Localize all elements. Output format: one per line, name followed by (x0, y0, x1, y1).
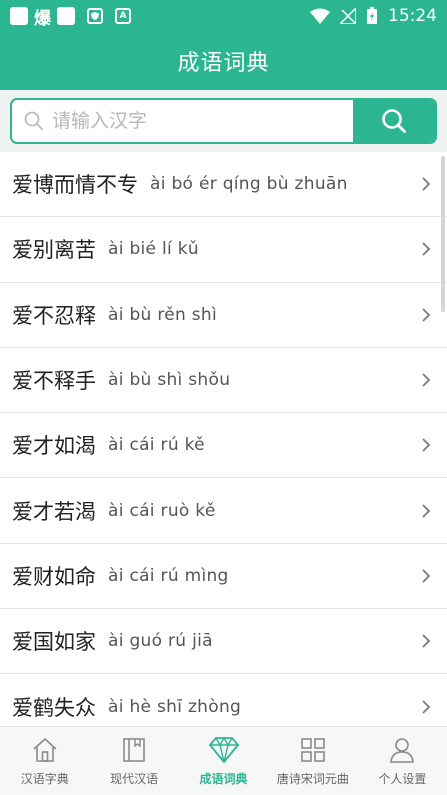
page-title: 成语词典 (177, 51, 270, 76)
title-bar: 成语词典 (0, 32, 447, 90)
nav-item-chengyu-cidian[interactable]: 成语词典 (179, 727, 268, 795)
search-icon (24, 111, 43, 130)
idiom-pinyin: ài bié lí kǔ (108, 239, 199, 260)
status-time: 15:24 (388, 6, 437, 26)
chevron-right-icon (422, 373, 431, 387)
idiom-pinyin: ài cái rú kě (108, 435, 205, 456)
idiom-word: 爱财如命 (12, 564, 96, 589)
chevron-right-icon (422, 569, 431, 583)
nav-item-xiandai-hanyu[interactable]: 现代汉语 (89, 727, 178, 795)
square-icon (10, 7, 28, 25)
idiom-list: 爱博而情不专 ài bó ér qíng bù zhuān 爱别离苦 ài bi… (0, 152, 447, 726)
nav-label: 个人设置 (378, 771, 427, 786)
chevron-right-icon (422, 503, 431, 518)
list-item[interactable]: 爱别离苦 ài bié lí kǔ (0, 217, 447, 283)
chevron-right-icon (422, 242, 431, 257)
person-icon (390, 737, 415, 763)
idiom-word: 爱才如渴 (12, 434, 96, 459)
scrollbar[interactable] (441, 156, 445, 312)
idiom-pinyin: ài guó rú jiā (108, 631, 213, 652)
idiom-word: 爱博而情不专 (12, 173, 138, 198)
nav-label: 现代汉语 (110, 771, 159, 786)
square-icon (57, 7, 75, 25)
idiom-word: 爱国如家 (12, 630, 96, 655)
list-item[interactable]: 爱鹤失众 ài hè shī zhòng (0, 674, 447, 726)
a-icon: A (115, 8, 131, 24)
idiom-pinyin: ài cái rú mìng (108, 565, 229, 586)
idiom-pinyin: ài bù rěn shì (108, 304, 218, 325)
list-item[interactable]: 爱博而情不专 ài bó ér qíng bù zhuān (0, 152, 447, 218)
nav-item-hanyu-zidian[interactable]: 汉语字典 (0, 727, 89, 795)
search-input-area (12, 100, 355, 142)
idiom-word: 爱鹤失众 (12, 695, 96, 720)
status-glyph: 爆 (34, 8, 51, 29)
nav-item-tangshi-songci[interactable]: 唐诗宋词元曲 (268, 727, 357, 795)
search-icon (382, 109, 406, 133)
nav-label: 唐诗宋词元曲 (276, 771, 349, 786)
idiom-pinyin: ài bù shì shǒu (108, 370, 231, 391)
book-icon (123, 737, 145, 762)
shield-icon (87, 8, 103, 24)
search-button[interactable] (353, 100, 435, 142)
idiom-pinyin: ài cái ruò kě (108, 500, 216, 521)
signal-icon (340, 8, 356, 24)
nav-item-geren-shezhi[interactable]: 个人设置 (358, 727, 447, 795)
chevron-right-icon (422, 177, 431, 191)
idiom-pinyin: ài hè shī zhòng (108, 696, 242, 717)
status-bar: 爆 A 15:24 (0, 0, 447, 32)
idiom-word: 爱不释手 (12, 369, 96, 394)
list-item[interactable]: 爱不忍释 ài bù rěn shì (0, 283, 447, 348)
chevron-right-icon (422, 308, 431, 322)
battery-icon (367, 7, 377, 24)
status-left: 爆 A (10, 4, 131, 29)
idiom-word: 爱别离苦 (12, 238, 96, 263)
search-input[interactable] (52, 110, 332, 132)
chevron-right-icon (422, 699, 431, 714)
idiom-word: 爱不忍释 (12, 303, 96, 328)
bottom-nav: 汉语字典 现代汉语 成语词典 唐诗宋词元曲 个人设置 (0, 726, 447, 795)
chevron-right-icon (422, 438, 431, 452)
diamond-icon (208, 736, 239, 763)
idiom-pinyin: ài bó ér qíng bù zhuān (150, 174, 348, 195)
nav-label: 成语词典 (199, 771, 248, 786)
list-item[interactable]: 爱才若渴 ài cái ruò kě (0, 478, 447, 544)
list-item[interactable]: 爱国如家 ài guó rú jiā (0, 609, 447, 675)
chevron-right-icon (422, 634, 431, 648)
idiom-word: 爱才若渴 (12, 499, 96, 524)
list-item[interactable]: 爱才如渴 ài cái rú kě (0, 413, 447, 479)
nav-label: 汉语字典 (20, 771, 69, 786)
grid-icon (301, 737, 325, 762)
wifi-icon (310, 8, 330, 24)
status-right: 15:24 (310, 6, 437, 26)
house-icon (33, 737, 57, 762)
search-box (10, 98, 437, 144)
list-item[interactable]: 爱财如命 ài cái rú mìng (0, 544, 447, 610)
search-area (0, 90, 447, 152)
list-item[interactable]: 爱不释手 ài bù shì shǒu (0, 348, 447, 414)
